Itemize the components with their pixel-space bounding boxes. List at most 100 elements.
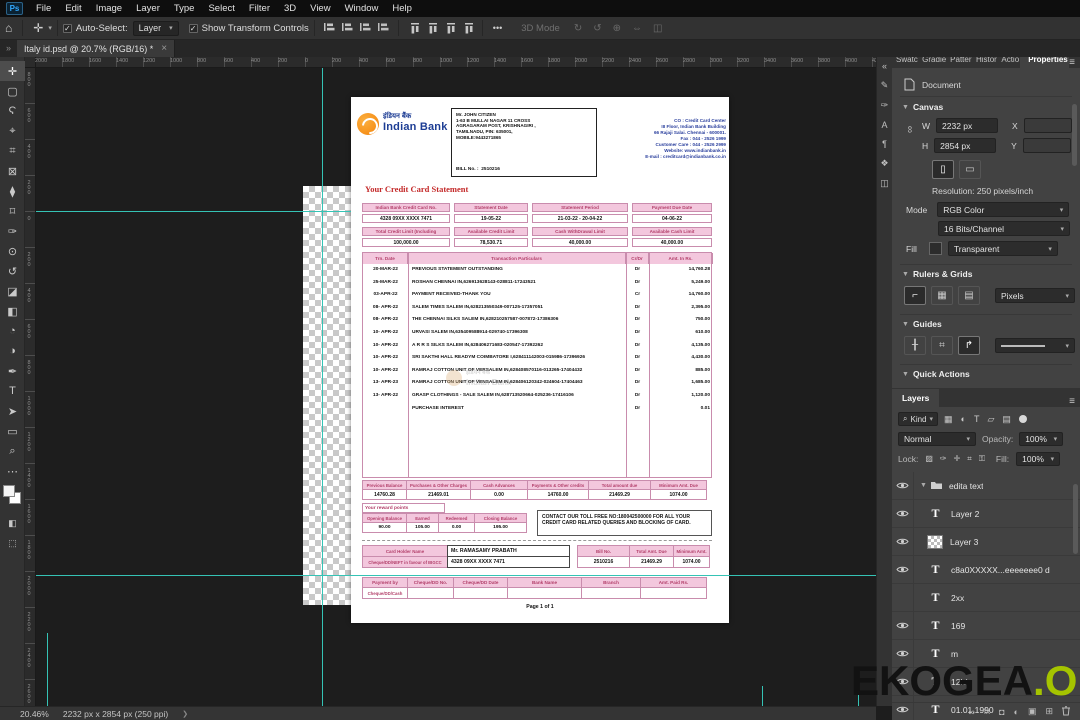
menu-help[interactable]: Help (385, 0, 419, 17)
layer-name[interactable]: edita text (949, 481, 984, 491)
guides-section-header[interactable]: Guides (913, 319, 942, 329)
toggle-pixel-grid-button[interactable]: ▤ (958, 286, 980, 305)
auto-select-checkbox[interactable]: ✓ (62, 23, 72, 33)
fill-dropdown[interactable]: Transparent ▾ (947, 241, 1058, 256)
guide-horizontal[interactable] (36, 211, 351, 212)
toggle-guides-button[interactable]: ╂ (904, 336, 926, 355)
menu-file[interactable]: File (29, 0, 58, 17)
layer-filter-dropdown[interactable]: ⌕ Kind ▾ (898, 412, 939, 426)
document-tab[interactable]: Italy id.psd @ 20.7% (RGB/16) * × (17, 40, 176, 57)
menu-image[interactable]: Image (89, 0, 129, 17)
more-options-icon[interactable]: ••• (488, 23, 507, 33)
layers-scrollbar[interactable] (1073, 484, 1078, 554)
tool-brush[interactable]: ✑ (0, 221, 25, 241)
foreground-color-swatch[interactable] (3, 485, 15, 497)
tool-healing-brush[interactable]: ⌑ (0, 201, 25, 221)
layer-visibility-toggle[interactable] (892, 471, 914, 500)
tool-dodge[interactable]: ◑ (0, 341, 25, 361)
menu-type[interactable]: Type (167, 0, 202, 17)
tab-overflow-icon[interactable]: » (0, 40, 17, 57)
layer-row[interactable]: T 2xx (892, 583, 1080, 612)
text-layer-icon[interactable]: T (928, 590, 943, 605)
tool-move[interactable]: ✛ (0, 61, 25, 81)
link-layers-icon[interactable]: ∞ (968, 707, 974, 717)
layer-name[interactable]: Layer 3 (950, 537, 978, 547)
tool-lasso[interactable]: Ϛ (0, 101, 25, 121)
dist-bottom-icon[interactable] (443, 22, 456, 34)
glyphs-icon[interactable]: ❖ (880, 158, 888, 169)
tool-clone-stamp[interactable]: ⊙ (0, 241, 25, 261)
screen-mode-button[interactable]: ⬚ (0, 533, 25, 553)
paragraph-icon[interactable]: ¶ (882, 139, 887, 149)
new-group-icon[interactable]: ▣ (1028, 706, 1037, 717)
layer-row[interactable]: Layer 3 (892, 527, 1080, 556)
layer-name[interactable]: 169 (951, 621, 965, 631)
layer-visibility-toggle[interactable] (892, 583, 914, 612)
edit-guides-button[interactable]: ↱ (958, 336, 980, 355)
move-tool-icon[interactable]: ✛ (28, 21, 48, 35)
panel-menu-icon[interactable]: ≡ (1069, 57, 1080, 68)
filter-pixel-icon[interactable]: ▦ (944, 414, 953, 425)
color-mode-dropdown[interactable]: RGB Color ▾ (937, 202, 1070, 217)
layers-fill-field[interactable]: 100% ▾ (1016, 452, 1061, 466)
character-icon[interactable]: A (881, 120, 887, 130)
menu-view[interactable]: View (303, 0, 337, 17)
new-layer-icon[interactable]: ⊞ (1045, 706, 1053, 717)
layers-menu-icon[interactable]: ≡ (1069, 396, 1080, 407)
link-dimensions-icon[interactable]: ∞ (904, 124, 915, 135)
layer-visibility-toggle[interactable] (892, 555, 914, 584)
tool-quick-selection[interactable]: ⌖ (0, 121, 25, 141)
landscape-orientation-button[interactable]: ▭ (959, 160, 981, 179)
align-center-h-icon[interactable] (341, 22, 353, 35)
width-field[interactable]: 2232 px (936, 118, 999, 133)
tool-marquee[interactable]: ▢ (0, 81, 25, 101)
lock-pixels-icon[interactable]: ✑ (940, 454, 947, 464)
add-mask-icon[interactable]: ◘ (999, 707, 1004, 717)
text-layer-icon[interactable]: T (928, 506, 943, 521)
layers-tab[interactable]: Layers (892, 389, 940, 407)
chevron-down-icon[interactable]: ▼ (920, 482, 927, 489)
brushes-icon[interactable]: ✑ (881, 100, 889, 111)
layer-row[interactable]: ▼ edita text (892, 471, 1080, 500)
tool-more-tools[interactable]: ⋯ (0, 461, 25, 481)
guide-vertical[interactable] (762, 686, 763, 706)
height-field[interactable]: 2854 px (934, 138, 997, 153)
statement-document[interactable]: इंडियन बैंक Indian Bank Mr. JOHN CITIZEN… (351, 97, 729, 623)
layer-effects-icon[interactable]: fx (984, 707, 990, 716)
menu-3d[interactable]: 3D (277, 0, 303, 17)
layer-row[interactable]: T 169 (892, 611, 1080, 640)
layer-visibility-toggle[interactable] (892, 611, 914, 640)
collapse-panels-icon[interactable]: « (882, 61, 887, 71)
filter-toggle[interactable] (1018, 415, 1027, 423)
menu-edit[interactable]: Edit (58, 0, 88, 17)
horizontal-ruler[interactable]: 2000 1800 1600 1400 1200 1000 800 600 400 200 0 200… (35, 57, 876, 68)
guide-style-dropdown[interactable]: ▾ (995, 338, 1075, 353)
tool-eyedropper[interactable]: ⧫ (0, 181, 25, 201)
canvas-area[interactable]: 2000 1800 1600 1400 1200 1000 800 600 400 200 0 200… (25, 57, 876, 706)
quick-actions-section-header[interactable]: Quick Actions (913, 369, 970, 379)
bit-depth-dropdown[interactable]: 16 Bits/Channel ▾ (938, 221, 1070, 236)
filter-shape-icon[interactable]: ▱ (987, 414, 994, 425)
layer-name[interactable]: c8a0XXXXX...eeeeeee0 d (951, 565, 1050, 575)
quick-mask-button[interactable]: ◧ (0, 513, 25, 533)
blend-mode-dropdown[interactable]: Normal ▾ (898, 432, 976, 446)
lock-artboard-icon[interactable]: ⌗ (967, 454, 972, 464)
tool-eraser[interactable]: ◪ (0, 281, 25, 301)
lock-guides-button[interactable]: ⌗ (931, 336, 953, 355)
tool-crop[interactable]: ⌗ (0, 141, 25, 161)
dist-center-v-icon[interactable] (425, 22, 438, 34)
delete-layer-icon[interactable] (1062, 705, 1070, 718)
guide-vertical[interactable] (47, 633, 48, 706)
guide-vertical[interactable] (322, 68, 323, 706)
properties-scrollbar[interactable] (1072, 104, 1077, 166)
lock-position-icon[interactable]: ✛ (954, 454, 961, 464)
vertical-ruler[interactable]: 800 600 400 200 0 200 400 600 800 1000 1200 1400 160… (25, 68, 36, 706)
tool-history-brush[interactable]: ↺ (0, 261, 25, 281)
layer-visibility-toggle[interactable] (892, 499, 914, 528)
menu-filter[interactable]: Filter (242, 0, 277, 17)
layer-name[interactable]: 2xx (951, 593, 964, 603)
filter-smart-object-icon[interactable]: ▤ (1002, 414, 1011, 425)
layer-name[interactable]: Layer 2 (951, 509, 979, 519)
layer-row[interactable]: Tc8a0XXXXX...eeeeeee0 d (892, 555, 1080, 584)
tool-type[interactable]: T (0, 381, 25, 401)
